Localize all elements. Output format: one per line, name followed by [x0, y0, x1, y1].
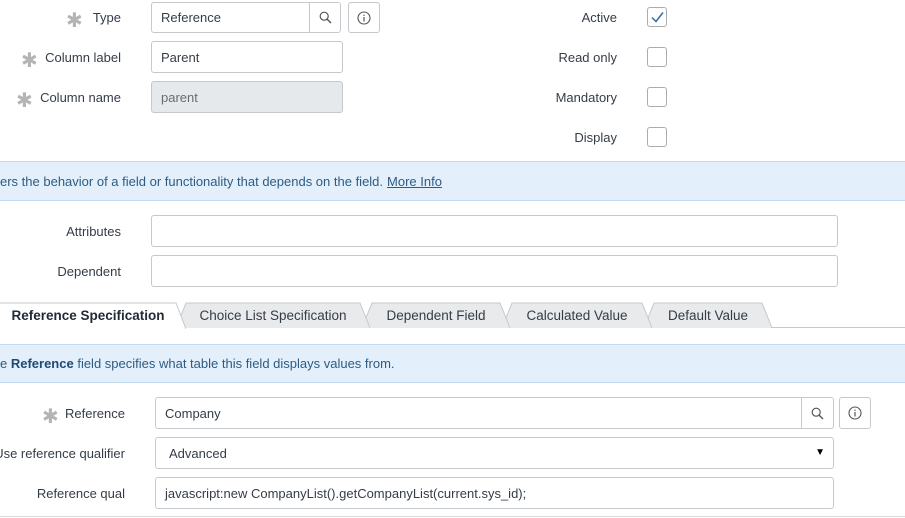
- reference-banner: e Reference field specifies what table t…: [0, 344, 905, 383]
- dependent-input[interactable]: [151, 255, 838, 287]
- more-info-link[interactable]: More Info: [387, 174, 442, 189]
- type-label: Type: [92, 10, 121, 25]
- use-reference-qualifier-select[interactable]: Advanced ▼: [155, 437, 834, 469]
- column-label-label: Column label: [45, 50, 121, 65]
- tab-dependent-field[interactable]: Dependent Field: [362, 302, 510, 328]
- required-asterisk-icon: ✱: [42, 404, 59, 428]
- use-reference-qualifier-value: Advanced: [169, 445, 227, 461]
- attributes-input[interactable]: [151, 215, 838, 247]
- reference-input[interactable]: Company: [155, 397, 803, 429]
- info-circle-icon: [848, 406, 862, 420]
- reference-banner-prefix: e: [0, 356, 11, 371]
- tab-dependent-field-label: Dependent Field: [386, 307, 486, 323]
- reference-qual-label: Reference qual: [36, 486, 125, 501]
- tab-reference-specification-label: Reference Specification: [11, 308, 165, 323]
- tab-reference-specification[interactable]: Reference Specification: [0, 302, 186, 329]
- checkmark-icon: [651, 12, 664, 23]
- type-lookup-button[interactable]: [309, 2, 341, 33]
- reference-banner-bold: Reference: [10, 356, 74, 371]
- tab-default-value[interactable]: Default Value: [644, 302, 772, 328]
- magnifier-icon: [319, 11, 331, 24]
- required-asterisk-icon: ✱: [66, 8, 83, 32]
- info-circle-icon: [357, 10, 371, 25]
- reference-qual-input[interactable]: javascript:new CompanyList().getCompanyL…: [155, 477, 834, 509]
- use-reference-qualifier-label: Use reference qualifier: [0, 446, 125, 461]
- type-input[interactable]: Reference: [151, 2, 311, 33]
- active-label: Active: [581, 10, 617, 25]
- active-checkbox[interactable]: [647, 7, 667, 27]
- info-banner: ers the behavior of a field or functiona…: [0, 161, 905, 201]
- tab-calculated-value-label: Calculated Value: [526, 307, 628, 323]
- display-checkbox[interactable]: [647, 127, 667, 147]
- bottom-divider: [0, 516, 905, 517]
- reference-info-button[interactable]: [839, 397, 871, 429]
- tab-default-value-label: Default Value: [667, 307, 749, 323]
- tab-choice-list-specification[interactable]: Choice List Specification: [176, 302, 370, 328]
- dependent-label: Dependent: [57, 264, 121, 279]
- type-info-button[interactable]: [348, 2, 380, 33]
- magnifier-icon: [811, 407, 824, 419]
- reference-banner-suffix: field specifies what table this field di…: [73, 356, 395, 371]
- mandatory-label: Mandatory: [555, 90, 617, 105]
- reference-label: Reference: [65, 406, 125, 421]
- tab-calculated-value[interactable]: Calculated Value: [502, 302, 652, 328]
- attributes-label: Attributes: [66, 224, 121, 239]
- reference-lookup-button[interactable]: [801, 397, 834, 429]
- tab-choice-list-specification-label: Choice List Specification: [199, 307, 347, 323]
- display-label: Display: [574, 130, 617, 145]
- column-name-input: parent: [151, 81, 343, 113]
- read-only-checkbox[interactable]: [647, 47, 667, 67]
- required-asterisk-icon: ✱: [21, 48, 38, 72]
- read-only-label: Read only: [558, 50, 617, 65]
- column-name-label: Column name: [40, 90, 121, 105]
- mandatory-checkbox[interactable]: [647, 87, 667, 107]
- caret-down-icon: ▼: [815, 447, 825, 458]
- required-asterisk-icon: ✱: [16, 88, 33, 112]
- info-banner-text: ers the behavior of a field or functiona…: [0, 173, 384, 189]
- column-label-input[interactable]: Parent: [151, 41, 343, 73]
